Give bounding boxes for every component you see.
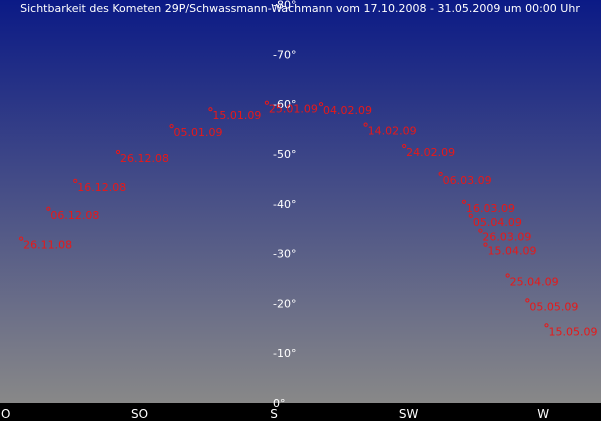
x-tick-label: SW bbox=[399, 407, 419, 421]
data-label: 04.02.09 bbox=[323, 104, 372, 117]
data-label: 25.01.09 bbox=[269, 103, 318, 116]
data-label: 16.12.08 bbox=[77, 181, 126, 194]
visibility-chart: Sichtbarkeit des Kometen 29P/Schwassmann… bbox=[0, 0, 601, 421]
data-label: 05.04.09 bbox=[473, 216, 522, 229]
horizon-strip bbox=[0, 403, 601, 421]
y-tick-label: -70° bbox=[273, 48, 296, 61]
data-label: 15.01.09 bbox=[212, 109, 261, 122]
data-label: 14.02.09 bbox=[368, 125, 417, 138]
chart-stage: Sichtbarkeit des Kometen 29P/Schwassmann… bbox=[0, 0, 601, 421]
x-tick-label: O bbox=[1, 407, 10, 421]
x-tick-label: SO bbox=[131, 407, 148, 421]
data-label: 26.11.08 bbox=[23, 239, 72, 252]
x-tick-label: S bbox=[270, 407, 278, 421]
data-label: 26.12.08 bbox=[120, 152, 169, 165]
data-label: 26.03.09 bbox=[482, 231, 531, 244]
y-tick-label: -30° bbox=[273, 248, 296, 261]
x-tick-label: W bbox=[537, 407, 549, 421]
y-tick-label: -50° bbox=[273, 148, 296, 161]
data-label: 24.02.09 bbox=[406, 146, 455, 159]
data-label: 25.04.09 bbox=[510, 276, 559, 289]
y-tick-label: -80° bbox=[273, 0, 296, 12]
y-tick-label: -10° bbox=[273, 347, 296, 360]
data-label: 15.05.09 bbox=[548, 325, 597, 338]
data-label: 15.04.09 bbox=[487, 245, 536, 258]
chart-title: Sichtbarkeit des Kometen 29P/Schwassmann… bbox=[20, 2, 580, 15]
data-label: 05.05.09 bbox=[529, 300, 578, 313]
data-label: 06.03.09 bbox=[443, 174, 492, 187]
data-label: 16.03.09 bbox=[466, 202, 515, 215]
y-tick-label: -40° bbox=[273, 198, 296, 211]
data-label: 05.01.09 bbox=[174, 126, 223, 139]
data-label: 06.12.08 bbox=[50, 209, 99, 222]
y-tick-label: -20° bbox=[273, 297, 296, 310]
